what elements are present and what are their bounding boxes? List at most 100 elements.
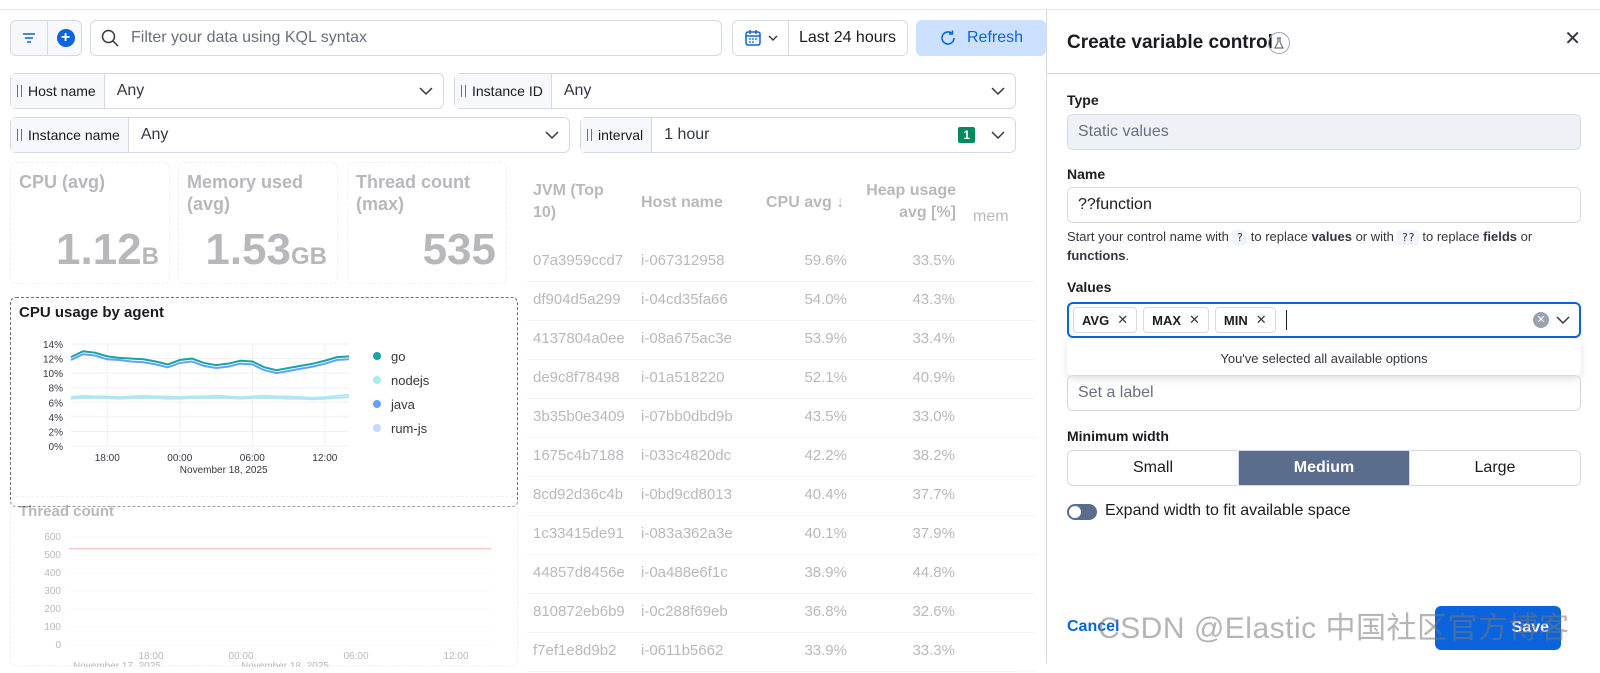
- heap-cell: 33.4%: [912, 330, 955, 347]
- interval-control[interactable]: interval 1 hour 1: [580, 117, 1016, 153]
- kql-search-input[interactable]: Filter your data using KQL syntax: [90, 20, 722, 56]
- column-header-heap[interactable]: Heap usage avg [%]: [851, 180, 956, 224]
- table-row[interactable]: 44857d8456e i-0a488e6f1c 38.9% 44.8%: [527, 554, 1036, 594]
- legend-label: java: [391, 396, 415, 412]
- drag-handle-icon[interactable]: [587, 129, 592, 141]
- x-tick-label: 12:00: [312, 453, 337, 464]
- table-row[interactable]: 1675c4b7188 i-033c4820dc 42.2% 38.2%: [527, 437, 1036, 477]
- min-width-label: Minimum width: [1067, 428, 1169, 444]
- width-medium-button[interactable]: Medium: [1238, 451, 1409, 485]
- column-header-cpu[interactable]: CPU avg ↓: [766, 192, 844, 214]
- column-header-mem[interactable]: mem: [973, 206, 1009, 228]
- label-field[interactable]: Set a label: [1067, 375, 1581, 411]
- filter-icon: [23, 33, 35, 43]
- cpu-usage-chart-panel[interactable]: CPU usage by agent 14% 12% 10% 8% 6% 4% 2% 0% 18…: [10, 297, 518, 507]
- interval-label: interval: [598, 127, 644, 143]
- host-cell: i-0611b5662: [641, 642, 724, 659]
- remove-icon[interactable]: ✕: [1117, 312, 1128, 328]
- instance-id-control[interactable]: Instance ID Any: [454, 73, 1016, 109]
- drag-handle-icon[interactable]: [461, 85, 466, 97]
- metric-memory-used: Memory used (avg) 1.53GB: [178, 162, 338, 284]
- filter-menu-button[interactable]: [11, 21, 47, 55]
- remove-icon[interactable]: ✕: [1256, 312, 1267, 328]
- table-row[interactable]: 3b35b0e3409 i-07bb0dbd9b 43.5% 33.0%: [527, 398, 1036, 438]
- cpu-cell: 40.1%: [804, 525, 847, 542]
- control-label[interactable]: Instance name: [11, 118, 129, 152]
- metric-title: Memory used (avg): [187, 172, 304, 214]
- table-row[interactable]: 07a3959ccd7 i-067312958 59.6% 33.5%: [527, 242, 1036, 282]
- table-row[interactable]: df904d5a299 i-04cd35fa66 54.0% 43.3%: [527, 281, 1036, 321]
- legend-item-java[interactable]: java: [373, 392, 429, 416]
- chevron-down-icon[interactable]: [535, 118, 569, 152]
- column-header-host[interactable]: Host name: [641, 192, 723, 214]
- control-label[interactable]: Host name: [11, 74, 105, 108]
- top-edge: [0, 0, 1600, 10]
- instance-name-control[interactable]: Instance name Any: [10, 117, 570, 153]
- chevron-down-icon[interactable]: [409, 74, 443, 108]
- values-combobox[interactable]: AVG ✕ MAX ✕ MIN ✕ ✕: [1067, 302, 1581, 338]
- x-axis-date-label: November 17, 2025: [73, 661, 161, 667]
- control-label[interactable]: Instance ID: [455, 74, 552, 108]
- metric-number: 1.12: [56, 225, 142, 274]
- help-emphasis: functions: [1067, 248, 1126, 263]
- expand-width-toggle[interactable]: [1067, 504, 1097, 520]
- jvm-cell: 8cd92d36c4b: [533, 486, 624, 503]
- chevron-down-icon[interactable]: [981, 118, 1015, 152]
- clear-icon[interactable]: ✕: [1533, 312, 1549, 328]
- instance-name-label: Instance name: [28, 127, 120, 143]
- cpu-cell: 52.1%: [804, 369, 847, 386]
- quick-menu-button[interactable]: [733, 21, 789, 55]
- chevron-down-icon[interactable]: [1555, 312, 1571, 328]
- y-tick-label: 600: [44, 532, 61, 543]
- beaker-icon: [1268, 32, 1290, 54]
- table-row[interactable]: 810872eb6b9 i-0c288f69eb 36.8% 32.6%: [527, 593, 1036, 633]
- metric-value: 1.53GB: [205, 225, 327, 275]
- flyout-header: Create variable control ✕: [1047, 10, 1600, 74]
- refresh-button[interactable]: Refresh: [916, 20, 1046, 56]
- heap-cell: 33.0%: [912, 408, 955, 425]
- help-text-part: or: [1520, 229, 1533, 244]
- expand-width-label: Expand width to fit available space: [1105, 502, 1351, 519]
- host-cell: i-01a518220: [641, 369, 725, 386]
- text-caret[interactable]: [1285, 310, 1287, 330]
- table-row[interactable]: 1c33415de91 i-083a362a3e 40.1% 37.9%: [527, 515, 1036, 555]
- y-tick-label: 200: [44, 604, 61, 615]
- help-text-part: .: [1125, 248, 1130, 263]
- chevron-down-icon[interactable]: [981, 74, 1015, 108]
- date-picker[interactable]: Last 24 hours: [732, 20, 908, 56]
- help-text-part: Start your control name with: [1067, 229, 1229, 244]
- refresh-icon: [941, 30, 955, 45]
- drag-handle-icon[interactable]: [17, 85, 22, 97]
- legend-item-nodejs[interactable]: nodejs: [373, 368, 429, 392]
- time-range: Last 24 hours: [799, 29, 896, 46]
- column-header-jvm[interactable]: JVM (Top 10): [533, 180, 623, 224]
- table-row[interactable]: f7ef1e8d9b2 i-0611b5662 33.9% 33.3%: [527, 632, 1036, 672]
- host-cell: i-08a675ac3e: [641, 330, 732, 347]
- toggle-knob: [1069, 506, 1081, 518]
- metric-value: 535: [423, 225, 496, 275]
- jvm-cell: df904d5a299: [533, 291, 621, 308]
- width-large-button[interactable]: Large: [1409, 451, 1580, 485]
- legend-item-rum-js[interactable]: rum-js: [373, 416, 429, 440]
- table-row[interactable]: 8cd92d36c4b i-0bd9cd8013 40.4% 37.7%: [527, 476, 1036, 516]
- thread-count-panel: Thread count 600 500 400 300 200 100 0 18:00 00:…: [10, 496, 518, 667]
- instance-name-value: Any: [140, 126, 169, 143]
- table-row[interactable]: de9c8f78498 i-01a518220 52.1% 40.9%: [527, 359, 1036, 399]
- remove-icon[interactable]: ✕: [1189, 312, 1200, 328]
- name-field[interactable]: ??function: [1067, 187, 1581, 223]
- width-small-button[interactable]: Small: [1068, 451, 1238, 485]
- jvm-cell: 810872eb6b9: [533, 603, 625, 620]
- close-icon[interactable]: ✕: [1564, 26, 1581, 51]
- add-filter-button[interactable]: +: [47, 21, 83, 55]
- cpu-cell: 36.8%: [804, 603, 847, 620]
- table-row[interactable]: 4137804a0ee i-08a675ac3e 53.9% 33.4%: [527, 320, 1036, 360]
- y-tick-label: 400: [44, 568, 61, 579]
- heap-cell: 37.7%: [912, 486, 955, 503]
- legend-item-go[interactable]: go: [373, 344, 429, 368]
- control-label[interactable]: interval: [581, 118, 653, 152]
- drag-handle-icon[interactable]: [17, 129, 22, 141]
- combobox-dropdown-message: You've selected all available options: [1067, 340, 1581, 376]
- host-name-control[interactable]: Host name Any: [10, 73, 444, 109]
- instance-id-label: Instance ID: [472, 83, 543, 99]
- cpu-usage-chart[interactable]: 14% 12% 10% 8% 6% 4% 2% 0% 18:00 00:00 06:00 12:00 N…: [11, 336, 361, 486]
